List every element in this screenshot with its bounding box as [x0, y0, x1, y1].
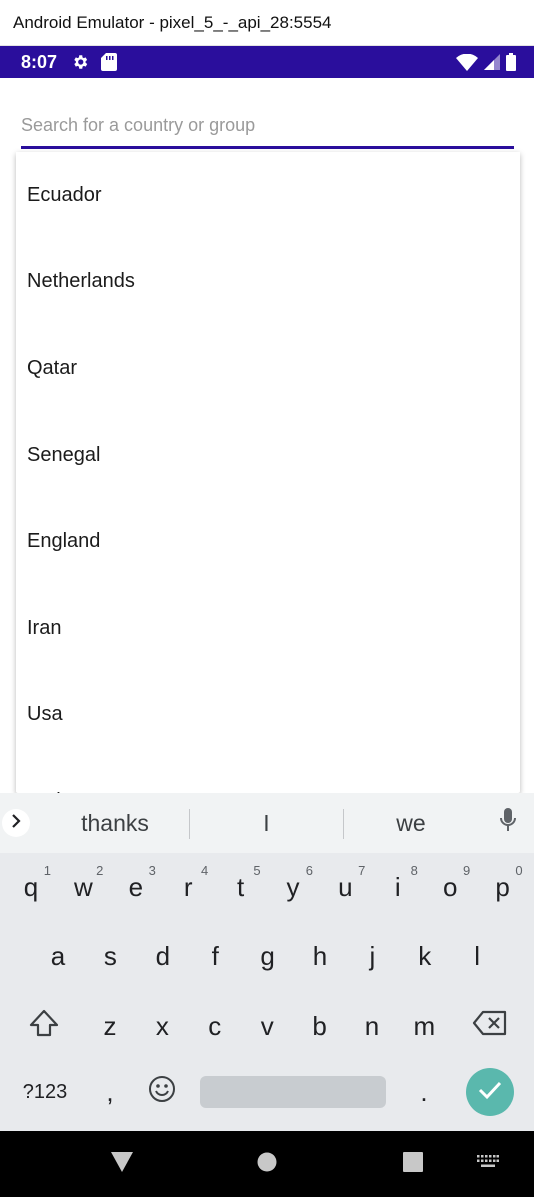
enter-button[interactable] [466, 1068, 514, 1116]
key-t[interactable]: 5t [215, 859, 267, 915]
key-label: p [495, 871, 510, 902]
battery-icon [506, 53, 516, 71]
key-p[interactable]: 0p [477, 859, 529, 915]
space-key[interactable] [200, 1076, 386, 1108]
navigation-bar [0, 1131, 534, 1197]
recents-square-icon [403, 1151, 423, 1177]
list-item[interactable]: Wales [16, 758, 520, 793]
key-hint: 8 [410, 863, 418, 878]
suggestion-3[interactable]: we [344, 793, 478, 853]
backspace-key[interactable] [463, 1000, 517, 1052]
shift-arrow-icon [28, 1009, 60, 1044]
list-item[interactable]: Senegal [16, 412, 520, 499]
symbols-key[interactable]: ?123 [10, 1068, 80, 1116]
key-label: i [394, 871, 401, 902]
list-item[interactable]: England [16, 498, 520, 585]
key-b[interactable]: b [294, 1000, 346, 1052]
suggestion-1[interactable]: thanks [40, 793, 190, 853]
key-hint: 9 [462, 863, 471, 878]
key-label: r [183, 871, 193, 902]
period-key[interactable]: . [402, 1068, 446, 1116]
key-g[interactable]: g [242, 930, 294, 982]
key-r[interactable]: 4r [162, 859, 214, 915]
status-time: 8:07 [21, 51, 58, 72]
key-hint: 3 [148, 863, 156, 878]
key-z[interactable]: z [84, 1000, 136, 1052]
comma-key[interactable]: , [88, 1068, 132, 1116]
list-item[interactable]: Netherlands [16, 239, 520, 326]
soft-keyboard: thanks I we 1q2w3e4r5t6y7u8i9o0p asdfghj… [0, 793, 534, 1131]
back-button[interactable] [100, 1131, 144, 1197]
suggestion-strip: thanks I we [0, 793, 534, 853]
key-label: o [442, 871, 458, 902]
key-label: u [338, 871, 353, 902]
list-item[interactable]: Qatar [16, 325, 520, 412]
keyboard-icon [477, 1154, 499, 1174]
search-field[interactable] [21, 105, 514, 149]
search-input[interactable] [21, 105, 514, 145]
key-c[interactable]: c [189, 1000, 241, 1052]
key-q[interactable]: 1q [5, 859, 57, 915]
shift-key[interactable] [17, 1000, 71, 1052]
home-button[interactable] [245, 1131, 289, 1197]
key-hint: 2 [96, 863, 104, 878]
recents-button[interactable] [391, 1131, 435, 1197]
key-hint: 7 [358, 863, 366, 878]
settings-gear-icon [71, 53, 89, 71]
key-w[interactable]: 2w [57, 859, 109, 915]
emoji-key[interactable] [140, 1068, 184, 1116]
key-hint: 4 [200, 863, 209, 878]
key-hint: 6 [305, 863, 313, 878]
search-underline [21, 146, 514, 149]
keyboard-switch-button[interactable] [470, 1131, 506, 1197]
key-u[interactable]: 7u [319, 859, 371, 915]
wifi-icon [456, 53, 478, 71]
key-label: q [23, 871, 39, 902]
key-label: y [286, 871, 300, 902]
sd-card-icon [101, 53, 118, 71]
key-f[interactable]: f [189, 930, 241, 982]
backspace-icon [472, 1010, 508, 1043]
key-d[interactable]: d [137, 930, 189, 982]
key-hint: 5 [253, 863, 261, 878]
smiley-icon [148, 1075, 176, 1110]
list-item[interactable]: Iran [16, 585, 520, 672]
chevron-right-icon [10, 813, 22, 833]
key-m[interactable]: m [398, 1000, 450, 1052]
list-item[interactable]: Usa [16, 672, 520, 759]
key-o[interactable]: 9o [424, 859, 476, 915]
voice-input-button[interactable] [488, 793, 528, 853]
key-y[interactable]: 6y [267, 859, 319, 915]
key-h[interactable]: h [294, 930, 346, 982]
key-s[interactable]: s [84, 930, 136, 982]
expand-suggestions-button[interactable] [2, 809, 30, 837]
key-n[interactable]: n [346, 1000, 398, 1052]
home-circle-icon [257, 1152, 277, 1177]
window-title: Android Emulator - pixel_5_-_api_28:5554 [13, 12, 332, 32]
suggestion-2[interactable]: I [190, 793, 343, 853]
key-a[interactable]: a [32, 930, 84, 982]
list-item[interactable]: Ecuador [16, 152, 520, 239]
key-k[interactable]: k [399, 930, 451, 982]
country-suggestions-dropdown: Ecuador Netherlands Qatar Senegal Englan… [16, 152, 520, 793]
cell-signal-icon [484, 54, 500, 70]
key-l[interactable]: l [451, 930, 503, 982]
checkmark-icon [477, 1079, 503, 1106]
key-label: t [236, 871, 245, 902]
key-hint: 1 [43, 863, 51, 878]
emulator-title-bar: Android Emulator - pixel_5_-_api_28:5554 [0, 0, 534, 46]
key-e[interactable]: 3e [110, 859, 162, 915]
key-label: e [128, 871, 144, 902]
microphone-icon [499, 807, 517, 839]
key-v[interactable]: v [241, 1000, 293, 1052]
status-icons [456, 46, 516, 78]
key-label: w [74, 871, 93, 902]
back-triangle-icon [111, 1151, 133, 1177]
status-bar: 8:07 [0, 46, 534, 78]
key-j[interactable]: j [346, 930, 398, 982]
key-i[interactable]: 8i [372, 859, 424, 915]
key-hint: 0 [515, 863, 523, 878]
key-x[interactable]: x [136, 1000, 188, 1052]
